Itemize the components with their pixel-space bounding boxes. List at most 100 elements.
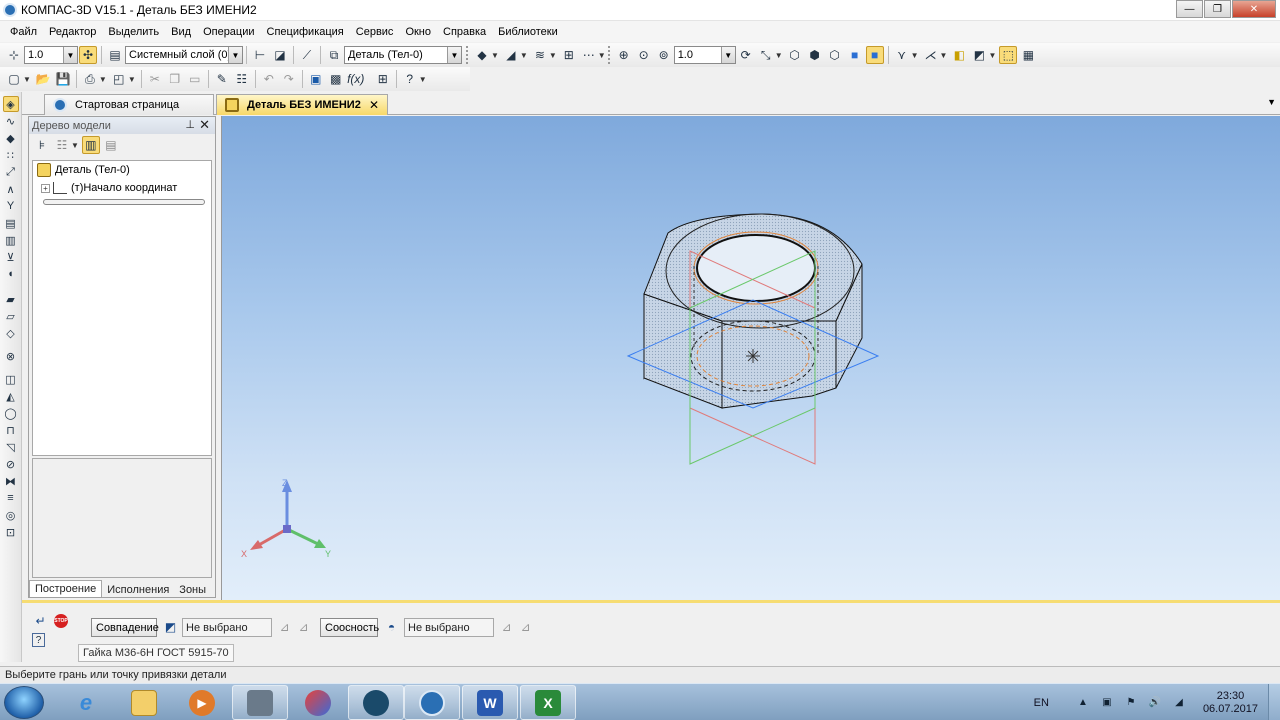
paste-icon[interactable]: ▭ [186,70,204,88]
orient-icon[interactable]: ⤡ [757,46,775,64]
coaxial-field[interactable]: Не выбрано [404,618,494,637]
coaxial-button[interactable]: Соосность [320,618,379,637]
nut-face-front[interactable] [721,320,837,409]
elements-icon[interactable]: ⊻ [3,249,19,265]
toolbar-grip[interactable] [466,46,469,64]
library-manager-icon[interactable]: ⬚ [999,46,1018,64]
axis-select-icon[interactable]: ◓ [383,618,400,635]
thin-lines-icon[interactable]: ⬡ [826,46,844,64]
clock[interactable]: 23:30 06.07.2017 [1203,690,1258,716]
menu-select[interactable]: Выделить [102,26,165,38]
mirror-icon[interactable]: ⧓ [3,473,19,489]
reset-icon[interactable]: ⊿ [517,618,534,635]
catalog-icon[interactable]: ▦ [1019,46,1037,64]
reset-icon[interactable]: ⊿ [295,618,312,635]
preview-icon[interactable]: ◰ [110,70,128,88]
chevron-down-icon[interactable]: ▼ [63,47,77,63]
menu-editor[interactable]: Редактор [43,26,102,38]
grid-icon[interactable]: ⋯ [580,46,598,64]
tabs-list-icon[interactable]: ▼ [1267,97,1276,107]
chevron-down-icon[interactable]: ▼ [128,75,136,84]
pick-icon[interactable]: ⊿ [276,618,293,635]
hidden-lines-icon[interactable]: ⬢ [806,46,824,64]
sheet-metal-icon[interactable]: ◖ [3,266,19,282]
pin-icon[interactable]: ⊥ [185,118,195,131]
nut-hole[interactable] [696,234,816,302]
start-button[interactable] [4,686,44,719]
stop-icon[interactable]: STOP [54,614,68,628]
snap-step-icon[interactable]: ⊹ [5,46,23,64]
menu-libraries[interactable]: Библиотеки [492,26,564,38]
section-icon[interactable]: ⊞ [560,46,578,64]
zoom-combo[interactable]: 1.0 ▼ [673,46,736,64]
body-combo[interactable]: Деталь (Тел-0) ▼ [344,46,462,64]
step-combo[interactable]: 1.0 ▼ [24,46,78,64]
assembly-icon[interactable]: ⊗ [3,348,19,364]
chevron-down-icon[interactable]: ▼ [549,51,557,60]
chevron-down-icon[interactable]: ▼ [419,75,427,84]
edit-component-icon[interactable]: ◩ [970,46,988,64]
extrude-icon[interactable]: ▰ [3,291,19,307]
manager-icon[interactable]: ☷ [233,70,251,88]
redo-icon[interactable]: ↷ [280,70,298,88]
auxiliary-geometry-icon[interactable]: ⤢ [3,164,19,180]
undo-icon[interactable]: ↶ [260,70,278,88]
tray-app-icon[interactable]: ▣ [1100,696,1114,710]
coincidence-button[interactable]: Совпадение [91,618,159,637]
tab-versions[interactable]: Исполнения [102,582,174,597]
plus-icon[interactable]: + [41,183,50,193]
arrays-icon[interactable]: ∷ [3,147,19,163]
rib-icon[interactable]: ⊓ [3,422,19,438]
measure-icon[interactable]: ⟋ [298,46,316,64]
tray-expand-icon[interactable]: ▲ [1076,696,1090,710]
spec-icon[interactable]: ▤ [3,215,19,231]
editing-icon[interactable]: ◈ [2,96,19,112]
component-icon[interactable]: ◧ [950,46,968,64]
chevron-down-icon[interactable]: ▼ [775,51,783,60]
chevron-down-icon[interactable]: ▼ [71,141,79,150]
chevron-down-icon[interactable]: ▼ [447,47,461,63]
kompas-app-icon[interactable] [3,3,17,17]
save-icon[interactable]: 💾 [54,70,72,88]
layers-icon[interactable]: ▤ [106,46,124,64]
layer-combo[interactable]: Системный слой (0) ▼ [125,46,243,64]
chevron-down-icon[interactable]: ▼ [911,51,919,60]
open-folder-icon[interactable]: 📂 [34,70,52,88]
properties-icon[interactable]: ✎ [213,70,231,88]
model-viewport[interactable]: Z X Y [221,116,1280,600]
tree-window-icon[interactable]: ▣ [307,70,325,88]
close-button[interactable]: ✕ [1232,0,1276,18]
chevron-down-icon[interactable]: ▼ [720,47,735,63]
taskbar-ie[interactable]: e [58,685,114,720]
spatial-curves-icon[interactable]: ∿ [3,113,19,129]
lock-icon[interactable]: ⊡ [3,524,19,540]
tab-construction[interactable]: Построение [29,580,103,597]
taskbar-maps[interactable] [290,685,346,720]
zoom-all-icon[interactable]: ⊙ [635,46,653,64]
tree-view-icon[interactable]: ☷ [53,136,71,154]
tab-close-icon[interactable]: ✕ [369,98,379,112]
thread-icon[interactable]: ≡ [3,490,19,506]
chevron-down-icon[interactable]: ▼ [23,75,31,84]
menu-operations[interactable]: Операции [197,26,260,38]
taskbar-media[interactable]: ▶ [174,685,230,720]
filter-icon[interactable]: ⋎ [893,46,911,64]
minimize-button[interactable]: — [1176,0,1203,18]
rotate-icon[interactable]: ⟳ [737,46,755,64]
chevron-down-icon[interactable]: ▼ [940,51,948,60]
mcs-icon[interactable]: ≋ [531,46,549,64]
network-tray-icon[interactable]: ◢ [1172,696,1186,710]
face-select-icon[interactable]: ◩ [162,618,179,635]
shell-icon[interactable]: ◯ [3,405,19,421]
body-icon[interactable]: ⧉ [325,46,343,64]
split-icon[interactable]: ⊘ [3,456,19,472]
draft-icon[interactable]: ◹ [3,439,19,455]
horizontal-scrollbar[interactable] [43,199,205,205]
taskbar-kompas[interactable] [404,685,460,720]
enter-icon[interactable]: ↵ [32,612,49,629]
zoom-scale-icon[interactable]: ⊚ [655,46,673,64]
material-icon[interactable]: ◢ [502,46,520,64]
pick-icon[interactable]: ⊿ [498,618,515,635]
taskbar-player[interactable] [348,685,404,720]
filters-icon[interactable]: Y [3,198,19,214]
